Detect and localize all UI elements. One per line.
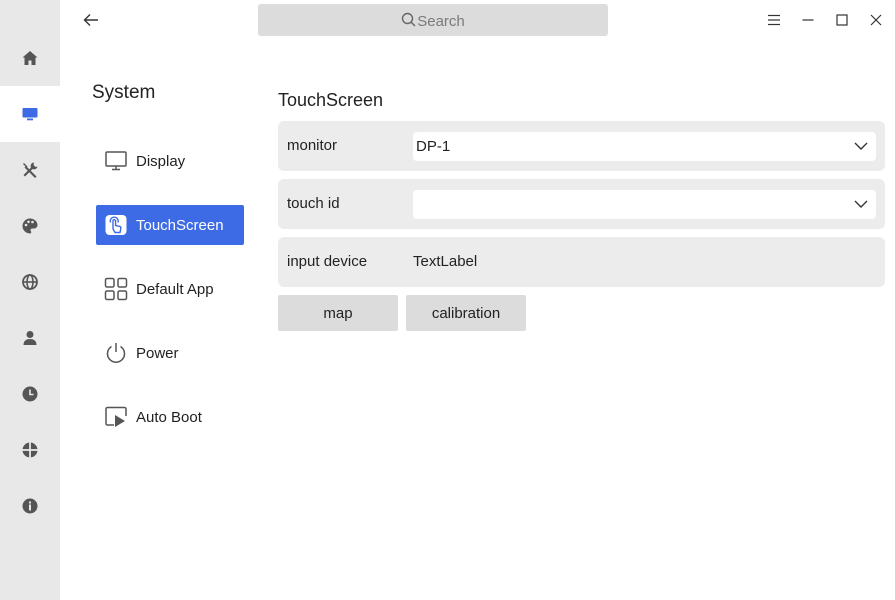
rail-item-about[interactable]: [0, 478, 60, 534]
globe-icon: [22, 274, 38, 290]
back-button[interactable]: [80, 8, 102, 32]
rail-item-datetime[interactable]: [0, 366, 60, 422]
nav-title: System: [92, 82, 156, 103]
monitor-icon: [104, 149, 128, 173]
rail-item-personalize[interactable]: [0, 198, 60, 254]
page-title: TouchScreen: [278, 90, 384, 110]
monitor-row: monitor DP-1: [278, 121, 885, 171]
chevron-down-icon: [854, 142, 868, 150]
nav-item-default-app[interactable]: Default App: [96, 269, 244, 309]
hamburger-menu-icon: [768, 14, 780, 26]
left-icon-rail: [0, 0, 60, 600]
nav-item-touchscreen[interactable]: TouchScreen: [96, 205, 244, 245]
nav-item-label: Power: [136, 344, 179, 362]
monitor-icon: [22, 108, 38, 121]
user-icon: [23, 331, 37, 345]
chevron-down-icon: [854, 200, 868, 208]
nav-item-auto-boot[interactable]: Auto Boot: [96, 397, 244, 437]
map-button[interactable]: map: [278, 295, 398, 331]
tools-icon: [23, 162, 38, 178]
monitor-select[interactable]: DP-1: [413, 132, 876, 161]
rail-item-devices[interactable]: [0, 142, 60, 198]
power-icon: [104, 341, 128, 365]
maximize-button[interactable]: [831, 9, 853, 31]
touch-id-row: touch id: [278, 179, 885, 229]
search-icon: [402, 12, 416, 26]
nav-item-label: Default App: [136, 280, 214, 298]
grid-icon: [104, 277, 128, 301]
input-device-value: TextLabel: [413, 253, 478, 270]
close-button[interactable]: [865, 9, 887, 31]
rail-item-network[interactable]: [0, 254, 60, 310]
nav-item-display[interactable]: Display: [96, 141, 244, 181]
nav-item-label: Auto Boot: [136, 408, 202, 426]
autoboot-icon: [104, 405, 128, 429]
nav-item-label: Display: [136, 152, 186, 170]
update-icon: [22, 442, 38, 458]
touchscreen-icon: [104, 213, 128, 237]
nav-item-label: TouchScreen: [136, 216, 224, 234]
touch-id-label: touch id: [287, 195, 340, 212]
calibration-button[interactable]: calibration: [406, 295, 526, 331]
monitor-select-value: DP-1: [416, 138, 451, 155]
arrow-left-icon: [83, 14, 98, 26]
maximize-icon: [836, 14, 848, 26]
rail-item-update[interactable]: [0, 422, 60, 478]
search-placeholder: Search: [417, 12, 465, 30]
minimize-icon: [802, 19, 814, 21]
monitor-label: monitor: [287, 137, 338, 154]
clock-icon: [22, 386, 38, 402]
rail-item-home[interactable]: [0, 30, 60, 86]
nav-item-power[interactable]: Power: [96, 333, 244, 373]
touch-id-select[interactable]: [413, 190, 876, 219]
input-device-label: input device: [287, 253, 368, 270]
rail-item-account[interactable]: [0, 310, 60, 366]
palette-icon: [22, 218, 38, 234]
input-device-row: input device TextLabel: [278, 237, 885, 287]
search-input[interactable]: Search: [258, 4, 608, 36]
minimize-button[interactable]: [797, 9, 819, 31]
info-icon: [22, 498, 38, 514]
menu-button[interactable]: [763, 9, 785, 31]
close-icon: [870, 14, 882, 26]
rail-item-system[interactable]: [0, 86, 60, 142]
home-icon: [22, 51, 38, 65]
